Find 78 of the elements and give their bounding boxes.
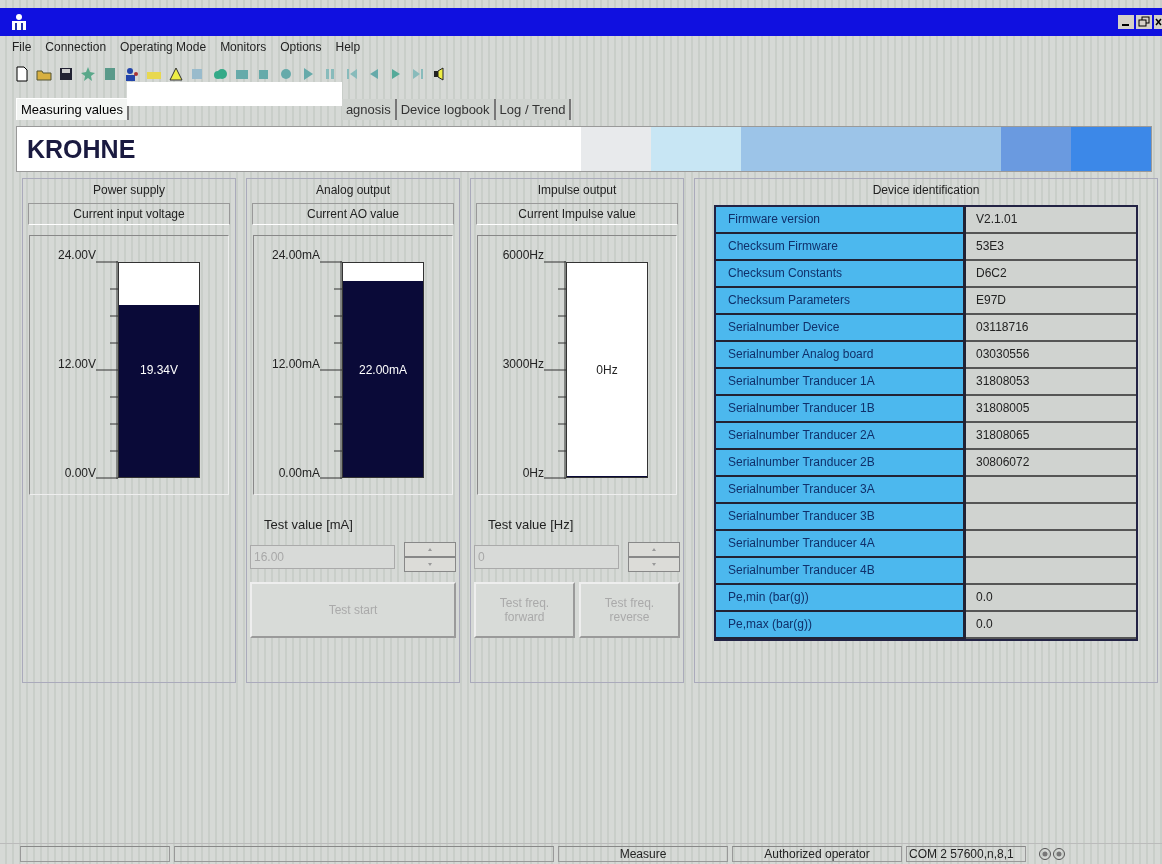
- scale-label: 0.00mA: [278, 466, 320, 482]
- table-cell: Firmware version: [716, 207, 966, 234]
- table-cell: 03030556: [966, 342, 1136, 369]
- test-value-label: Test value [mA]: [264, 517, 354, 532]
- menu-item[interactable]: Connection: [45, 40, 107, 56]
- table-cell: V2.1.01: [966, 207, 1136, 234]
- menu-item[interactable]: Operating Mode: [120, 40, 207, 56]
- tab[interactable]: agnosis: [341, 99, 397, 120]
- table-cell: D6C2: [966, 261, 1136, 288]
- table-cell: Pe,min (bar(g)): [716, 585, 966, 612]
- table-cell: 31808065: [966, 423, 1136, 450]
- spin-buttons[interactable]: [404, 542, 456, 572]
- table-cell: 30806072: [966, 450, 1136, 477]
- brand-logo: KROHNE: [27, 134, 136, 164]
- app-icon: [10, 13, 28, 31]
- scale-label: 3000Hz: [502, 357, 544, 373]
- table-cell: Serialnumber Tranducer 3B: [716, 504, 966, 531]
- close-icon[interactable]: [1154, 15, 1162, 29]
- table-cell: 31808005: [966, 396, 1136, 423]
- table-cell: Pe,max (bar(g)): [716, 612, 966, 639]
- tab[interactable]: Log / Trend: [495, 99, 572, 120]
- status-text: Measure: [558, 846, 728, 862]
- scale-label: 0.00V: [64, 466, 96, 482]
- table-cell: Serialnumber Tranducer 3A: [716, 477, 966, 504]
- menu-item[interactable]: Monitors: [220, 40, 267, 56]
- status-text: COM 2 57600,n,8,1: [906, 846, 1026, 862]
- toolbar-save-icon[interactable]: [58, 66, 74, 82]
- table-cell: Serialnumber Tranducer 2B: [716, 450, 966, 477]
- table-cell: Serialnumber Tranducer 1B: [716, 396, 966, 423]
- meter-reading: 22.00mA: [358, 363, 408, 377]
- panel-title: Power supply: [92, 183, 165, 197]
- meter-reading: 0Hz: [595, 363, 619, 377]
- toolbar-last-icon[interactable]: [410, 66, 426, 82]
- table-cell: 53E3: [966, 234, 1136, 261]
- table-cell: Checksum Constants: [716, 261, 966, 288]
- restore-icon[interactable]: [1136, 15, 1152, 29]
- menu-item[interactable]: File: [12, 40, 32, 56]
- menu-item[interactable]: Help: [335, 40, 361, 56]
- toolbar-star-icon[interactable]: [80, 66, 96, 82]
- scale-label: 24.00mA: [271, 248, 320, 264]
- table-cell: 0.0: [966, 612, 1136, 639]
- table-cell: E97D: [966, 288, 1136, 315]
- scale-label: 6000Hz: [502, 248, 544, 264]
- tab[interactable]: Device logbook: [396, 99, 496, 120]
- toolbar-cloud-icon[interactable]: [212, 66, 228, 82]
- meter-reading: 19.34V: [138, 363, 179, 377]
- scale-label: 12.00mA: [271, 357, 320, 373]
- panel-subtitle: Current AO value: [252, 203, 454, 225]
- status-text: Authorized operator: [732, 846, 902, 862]
- minimize-icon[interactable]: [1118, 15, 1134, 29]
- scale-label: 24.00V: [57, 248, 96, 264]
- spin-buttons[interactable]: [628, 542, 680, 572]
- table-cell: Serialnumber Tranducer 1A: [716, 369, 966, 396]
- menu-item[interactable]: Options: [280, 40, 322, 56]
- scale-label: 12.00V: [57, 357, 96, 373]
- table-cell: Serialnumber Tranducer 4B: [716, 558, 966, 585]
- toolbar-user-icon[interactable]: [124, 66, 140, 82]
- test-value-label: Test value [Hz]: [488, 517, 575, 532]
- table-cell: Serialnumber Tranducer 4A: [716, 531, 966, 558]
- panel-title: Analog output: [315, 183, 391, 197]
- tab[interactable]: Measuring values: [16, 98, 129, 120]
- panel-title: Device identification: [872, 183, 980, 197]
- table-cell: 31808053: [966, 369, 1136, 396]
- scale-label: 0Hz: [522, 466, 544, 482]
- panel-title: Impulse output: [537, 183, 617, 197]
- toolbar-rec-icon[interactable]: [278, 66, 294, 82]
- table-cell: 0.0: [966, 585, 1136, 612]
- table-cell: Serialnumber Tranducer 2A: [716, 423, 966, 450]
- table-cell: Checksum Parameters: [716, 288, 966, 315]
- table-cell: Serialnumber Device: [716, 315, 966, 342]
- connection-status-icon: [1038, 847, 1066, 861]
- table-cell: 03118716: [966, 315, 1136, 342]
- panel-subtitle: Current input voltage: [28, 203, 230, 225]
- table-cell: Serialnumber Analog board: [716, 342, 966, 369]
- toolbar-new-icon[interactable]: [14, 66, 30, 82]
- table-cell: Checksum Firmware: [716, 234, 966, 261]
- toolbar-first-icon[interactable]: [344, 66, 360, 82]
- panel-subtitle: Current Impulse value: [476, 203, 678, 225]
